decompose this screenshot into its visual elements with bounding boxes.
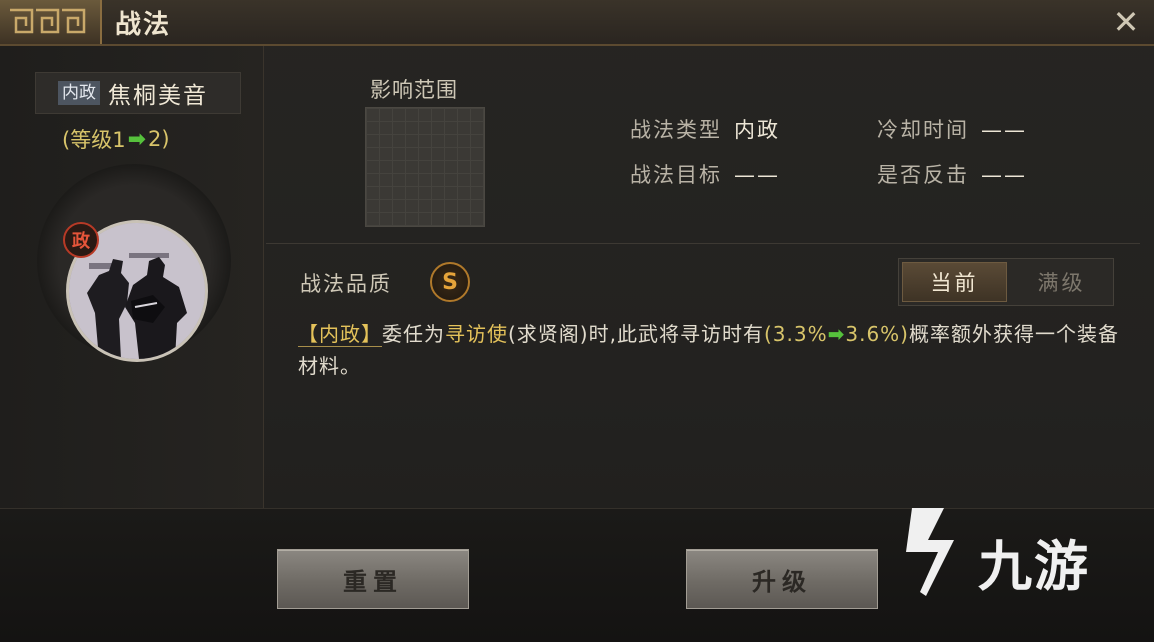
quality-grade-badge: S [430,262,470,302]
skill-name-tag: 内政 焦桐美音 [35,72,241,114]
desc-paren: ) [900,322,909,346]
toggle-current[interactable]: 当前 [902,262,1007,302]
attr-key: 战法目标 [630,163,722,187]
range-label: 影响范围 [370,78,458,102]
quality-label: 战法品质 [300,272,392,296]
skill-description: 【内政】委任为寻访使(求贤阁)时,此武将寻访时有(3.3%➡3.6%)概率额外获… [298,318,1128,382]
attr-value: 内政 [734,118,780,142]
attr-target: 战法目标 —— [630,159,780,189]
attr-counter: 是否反击 —— [877,159,1027,189]
divider [266,243,1140,244]
desc-rate-to: 3.6% [845,322,901,346]
attr-key: 冷却时间 [877,118,969,142]
toggle-max[interactable]: 满级 [1010,259,1113,305]
government-badge-icon: 政 [63,222,99,258]
close-icon[interactable]: ✕ [1108,3,1144,41]
desc-highlight: 寻访使 [445,322,508,346]
arrow-right-icon: ➡ [127,126,146,152]
desc-tag: 【内政】 [298,322,382,347]
attr-skill-type: 战法类型 内政 [630,114,780,144]
reset-button[interactable]: 重置 [277,549,469,609]
level-from: (等级1 [62,128,126,152]
desc-text: 委任为 [382,322,445,346]
window-title: 战法 [115,10,172,40]
level-indicator: (等级1 ➡ 2) [62,124,170,154]
desc-text: (求贤阁)时,此武将寻访时有 [508,322,764,346]
level-toggle: 当前 满级 [898,258,1114,306]
arrow-right-icon: ➡ [827,322,846,346]
attr-value: —— [981,163,1027,187]
attr-value: —— [981,118,1027,142]
level-to: 2) [148,127,170,151]
upgrade-button[interactable]: 升级 [686,549,878,609]
desc-paren: ( [763,322,773,346]
type-badge: 内政 [58,81,100,105]
attr-key: 战法类型 [630,118,722,142]
watermark-text: 九游 [978,535,1090,598]
attr-key: 是否反击 [877,163,969,187]
skill-panel: 战法 ✕ 内政 焦桐美音 (等级1 ➡ 2) 政 影响范围 战法类型 内政 冷却时… [0,0,1154,642]
attr-cooldown: 冷却时间 —— [877,114,1027,144]
title-ornament-icon [0,0,102,44]
desc-rate-from: 3.3% [772,322,828,346]
attr-value: —— [734,163,780,187]
skill-name: 焦桐美音 [108,83,208,109]
title-bar: 战法 ✕ [0,0,1154,46]
range-grid [365,107,485,227]
